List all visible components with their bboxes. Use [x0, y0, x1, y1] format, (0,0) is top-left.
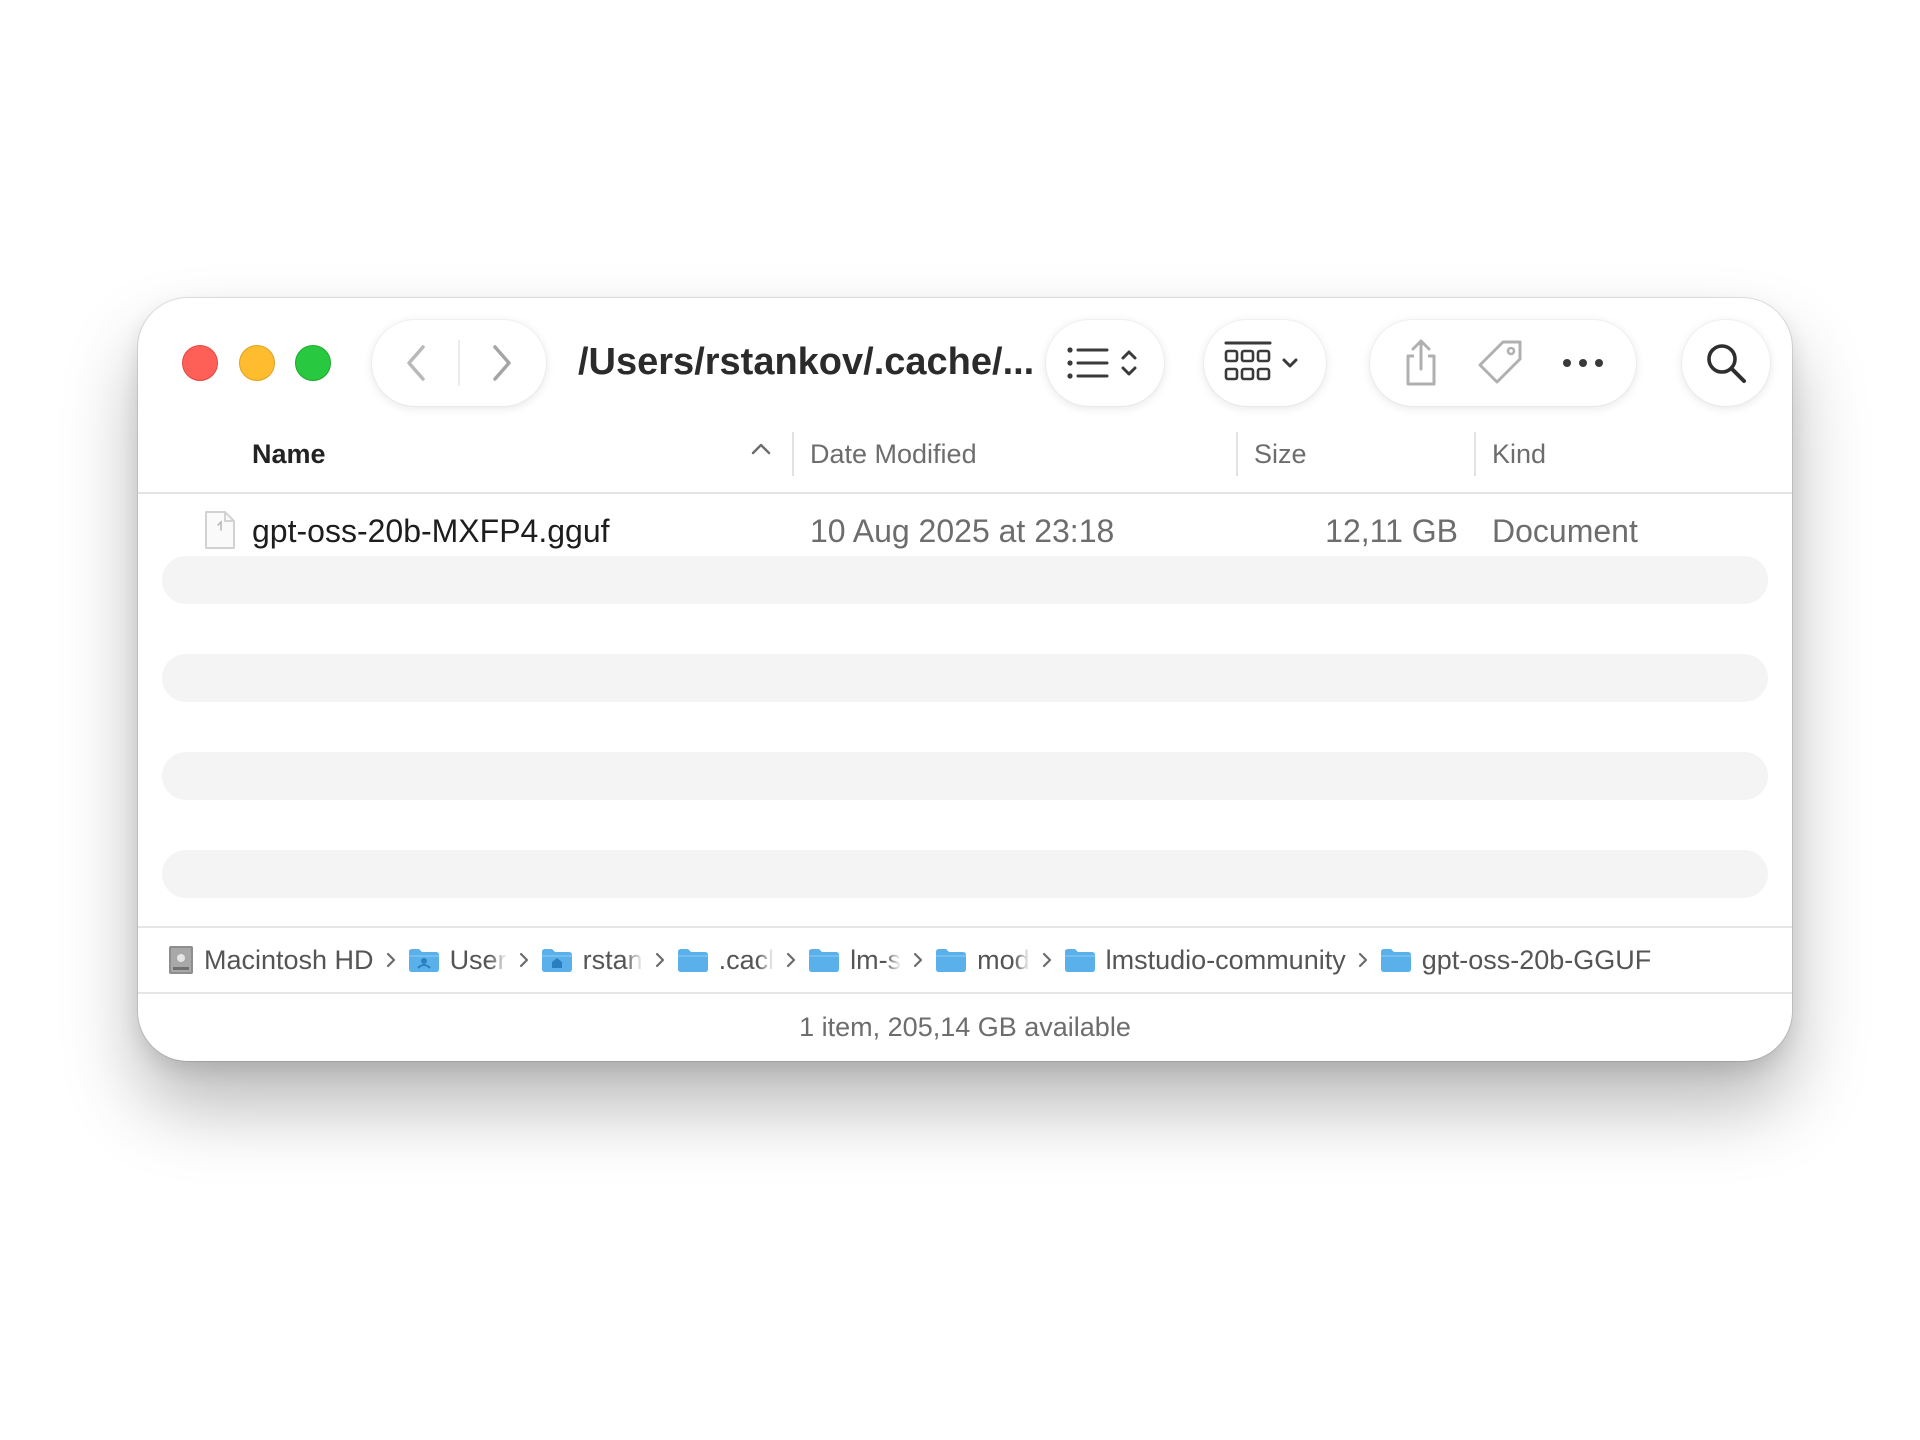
sort-ascending-icon[interactable] [750, 442, 772, 456]
toolbar: /Users/rstankov/.cache/... [138, 298, 1792, 416]
chevron-right-icon [914, 952, 923, 968]
forward-button[interactable] [459, 320, 545, 406]
empty-row [162, 752, 1768, 800]
nav-separator [458, 340, 460, 386]
share-button[interactable] [1401, 338, 1441, 388]
empty-row [162, 556, 1768, 604]
search-button[interactable] [1682, 320, 1770, 406]
column-divider[interactable] [792, 432, 794, 476]
path-item-label: gpt-oss-20b-GGUF [1421, 944, 1652, 975]
navigation-control [372, 320, 546, 406]
more-button[interactable] [1561, 357, 1605, 369]
path-item-label: Macintosh HD [204, 944, 374, 975]
grid-group-icon [1224, 341, 1298, 381]
back-button[interactable] [373, 320, 459, 406]
column-divider[interactable] [1474, 432, 1476, 476]
path-item-cache[interactable]: .cacl [677, 944, 775, 976]
path-item-label: lmstudio-community [1105, 944, 1346, 975]
empty-row [162, 654, 1768, 702]
path-item-gpt-oss-20b-gguf[interactable]: gpt-oss-20b-GGUF [1380, 944, 1652, 976]
maximize-window-button[interactable] [295, 345, 331, 381]
chevron-right-icon [1358, 952, 1367, 968]
path-item-label: .cacl [718, 944, 775, 975]
column-header: Name Date Modified Size Kind [138, 416, 1792, 494]
list-view-icon [1067, 347, 1137, 379]
path-item-home[interactable]: rstan [541, 945, 643, 976]
path-bar: Macintosh HD User rstan .cacl lm-s mod l… [138, 926, 1792, 994]
chevron-right-icon [493, 345, 511, 381]
folder-icon [1380, 949, 1411, 972]
share-icon [1406, 339, 1436, 386]
chevron-right-icon [1042, 952, 1051, 968]
folder-icon [809, 949, 840, 972]
file-kind: Document [1492, 513, 1638, 549]
folder-icon [677, 949, 708, 972]
users-folder-icon [408, 949, 439, 972]
file-size: 12,11 GB [1325, 513, 1458, 549]
folder-icon [936, 949, 967, 972]
path-item-macintosh-hd[interactable]: Macintosh HD [168, 945, 374, 976]
tag-icon [1478, 340, 1522, 384]
close-window-button[interactable] [182, 345, 218, 381]
path-item-lmstudio-community[interactable]: lmstudio-community [1064, 945, 1346, 976]
path-item-label: User [449, 944, 507, 975]
ellipsis-icon [1562, 359, 1603, 367]
file-name: gpt-oss-20b-MXFP4.gguf [252, 513, 610, 549]
home-folder-icon [541, 949, 572, 972]
file-date-modified: 10 Aug 2025 at 23:18 [810, 513, 1115, 549]
minimize-window-button[interactable] [239, 345, 275, 381]
actions-control [1370, 320, 1636, 406]
column-header-size[interactable]: Size [1254, 434, 1307, 474]
folder-icon [1064, 949, 1095, 972]
chevron-right-icon [519, 952, 528, 968]
path-item-users[interactable]: User [408, 945, 507, 976]
empty-row [162, 850, 1768, 898]
group-by-button[interactable] [1204, 320, 1326, 406]
path-item-lm-studio[interactable]: lm-s [808, 945, 901, 976]
column-divider[interactable] [1236, 432, 1238, 476]
hard-drive-icon [169, 946, 193, 974]
path-item-label: lm-s [850, 944, 902, 975]
document-file-icon [205, 511, 235, 549]
chevron-right-icon [787, 952, 796, 968]
path-item-models[interactable]: mod [935, 945, 1030, 976]
path-breadcrumb: Macintosh HD User rstan .cacl lm-s mod l… [168, 928, 1651, 992]
finder-window: /Users/rstankov/.cache/... Name Date Mod… [138, 298, 1792, 1061]
column-header-date-modified[interactable]: Date Modified [810, 434, 977, 474]
window-title-path: /Users/rstankov/.cache/... [578, 341, 1035, 383]
chevron-right-icon [655, 952, 664, 968]
status-bar: 1 item, 205,14 GB available [799, 1012, 1131, 1042]
column-header-kind[interactable]: Kind [1492, 434, 1546, 474]
column-header-name[interactable]: Name [252, 434, 326, 474]
chevron-left-icon [407, 345, 425, 381]
chevron-right-icon [386, 952, 395, 968]
path-item-label: mod [977, 944, 1030, 975]
tag-button[interactable] [1476, 338, 1526, 388]
path-item-label: rstan [582, 944, 643, 975]
view-mode-button[interactable] [1046, 320, 1164, 406]
search-icon [1707, 344, 1746, 383]
